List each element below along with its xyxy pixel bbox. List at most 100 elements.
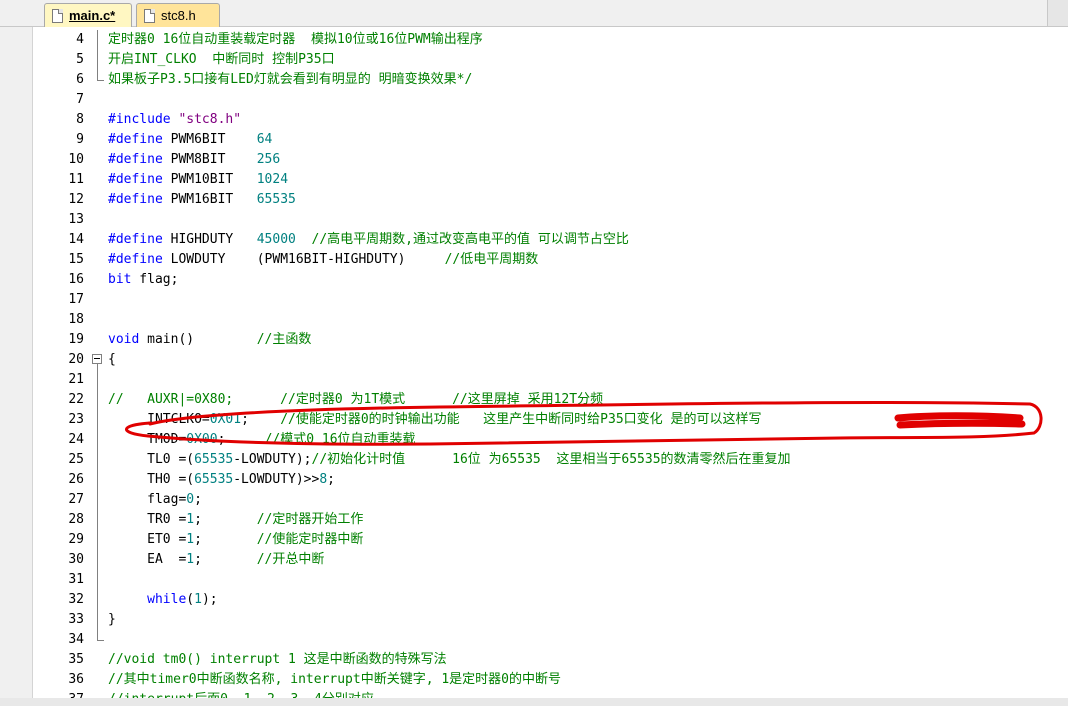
code-line[interactable]: 34 [0,630,1068,650]
token-plain: -LOWDUTY)>> [233,472,320,487]
line-text[interactable]: #define PWM10BIT 1024 [108,170,288,190]
token-num: 65535 [194,452,234,467]
tab-stc8-h[interactable]: stc8.h [136,3,220,27]
code-line[interactable]: 5 开启INT_CLKO 中断同时 控制P35口 [0,50,1068,70]
code-line[interactable]: 4 定时器0 16位自动重装载定时器 模拟10位或16位PWM输出程序 [0,30,1068,50]
line-text[interactable]: } [108,610,116,630]
token-plain: TH0 =( [108,472,195,487]
line-number: 20 [68,352,84,367]
code-line[interactable]: 25 TL0 =(65535-LOWDUTY);//初始化计时值 16位 为65… [0,450,1068,470]
code-line[interactable]: 24 TMOD=0X00; //模式0 16位自动重装载 [0,430,1068,450]
tab-main-c[interactable]: main.c* [44,3,132,27]
fold-guide-line [92,410,104,430]
token-num: 65535 [194,472,234,487]
token-plain: ; [194,532,257,547]
code-line[interactable]: 36 //其中timer0中断函数名称, interrupt中断关键字, 1是定时… [0,670,1068,690]
fold-guide-line [92,570,104,590]
line-text[interactable]: EA =1; //开总中断 [108,550,324,570]
token-plain: TMOD= [108,432,187,447]
line-text[interactable]: //void tm0() interrupt 1 这是中断函数的特殊写法 [108,650,447,670]
line-text[interactable]: INTCLKO=0X01; //使能定时器0的时钟输出功能 这里产生中断同时给P… [108,410,761,430]
fold-collapse-icon[interactable] [92,350,104,370]
fold-margin [92,250,104,270]
token-num: 1 [186,552,195,567]
token-num: 45000 [256,232,296,247]
token-plain: { [108,352,116,367]
line-text[interactable]: while(1); [108,590,218,610]
code-line[interactable]: 20 { [0,350,1068,370]
fold-guide-line [92,550,104,570]
token-comment: //高电平周期数,通过改变高电平的值 可以调节占空比 [311,232,629,247]
code-line[interactable]: 12 #define PWM16BIT 65535 [0,190,1068,210]
code-line[interactable]: 18 [0,310,1068,330]
line-text[interactable]: #define PWM16BIT 65535 [108,190,296,210]
code-line[interactable]: 22 // AUXR|=0X80; //定时器0 为1T模式 //这里屏掉 采用1… [0,390,1068,410]
line-text[interactable]: #define PWM8BIT 256 [108,150,280,170]
token-comment: //定时器开始工作 [256,512,364,527]
line-text[interactable]: ET0 =1; //使能定时器中断 [108,530,363,550]
code-line[interactable]: 19 void main() //主函数 [0,330,1068,350]
line-text[interactable]: TH0 =(65535-LOWDUTY)>>8; [108,470,335,490]
code-line[interactable]: 17 [0,290,1068,310]
code-line[interactable]: 30 EA =1; //开总中断 [0,550,1068,570]
token-plain: ); [201,592,218,607]
code-line[interactable]: 7 [0,90,1068,110]
token-num: 64 [256,132,273,147]
line-text[interactable]: TL0 =(65535-LOWDUTY);//初始化计时值 16位 为65535… [108,450,790,470]
code-line[interactable]: 9 #define PWM6BIT 64 [0,130,1068,150]
line-text[interactable]: TR0 =1; //定时器开始工作 [108,510,363,530]
line-number: 9 [76,132,84,147]
code-line[interactable]: 8 #include "stc8.h" [0,110,1068,130]
line-text[interactable]: flag=0; [108,490,202,510]
code-line[interactable]: 33} [0,610,1068,630]
code-line[interactable]: 16 bit flag; [0,270,1068,290]
line-number: 33 [68,612,84,627]
line-number: 26 [68,472,84,487]
line-text[interactable]: void main() //主函数 [108,330,311,350]
code-line[interactable]: 32 while(1); [0,590,1068,610]
code-line[interactable]: 28 TR0 =1; //定时器开始工作 [0,510,1068,530]
line-text[interactable]: 定时器0 16位自动重装载定时器 模拟10位或16位PWM输出程序 [108,30,483,50]
line-text[interactable]: { [108,350,116,370]
code-line[interactable]: 14 #define HIGHDUTY 45000 //高电平周期数,通过改变高电… [0,230,1068,250]
code-line[interactable]: 10 #define PWM8BIT 256 [0,150,1068,170]
line-number: 32 [68,592,84,607]
line-text[interactable]: #define LOWDUTY (PWM16BIT-HIGHDUTY) //低电… [108,250,538,270]
line-text[interactable]: //其中timer0中断函数名称, interrupt中断关键字, 1是定时器0… [108,670,561,690]
code-line[interactable]: 26 TH0 =(65535-LOWDUTY)>>8; [0,470,1068,490]
line-text[interactable]: TMOD=0X00; //模式0 16位自动重装载 [108,430,415,450]
token-comment: // AUXR|=0X80; //定时器0 为1T模式 //这里屏掉 采用12T… [108,392,604,407]
code-line[interactable]: 15 #define LOWDUTY (PWM16BIT-HIGHDUTY) //… [0,250,1068,270]
line-text[interactable]: #define PWM6BIT 64 [108,130,272,150]
line-text[interactable]: bit flag; [108,270,178,290]
code-editor[interactable]: 4 定时器0 16位自动重装载定时器 模拟10位或16位PWM输出程序 5 开启INT… [0,27,1068,706]
token-plain: flag= [108,492,187,507]
line-text[interactable]: 开启INT_CLKO 中断同时 控制P35口 [108,50,335,70]
code-line[interactable]: 29 ET0 =1; //使能定时器中断 [0,530,1068,550]
token-pre: #define [108,152,171,167]
token-plain: ; [327,472,335,487]
horizontal-scrollbar[interactable] [0,698,1068,706]
token-num: 1 [186,512,195,527]
code-line[interactable]: 13 [0,210,1068,230]
code-line[interactable]: 11 #define PWM10BIT 1024 [0,170,1068,190]
line-text[interactable]: 如果板子P3.5口接有LED灯就会看到有明显的 明暗变换效果*/ [108,70,472,90]
token-plain: main() [139,332,257,347]
token-plain: ; [194,492,202,507]
c-file-icon [52,8,63,23]
line-text[interactable]: #define HIGHDUTY 45000 //高电平周期数,通过改变高电平的… [108,230,629,250]
code-line[interactable]: 27 flag=0; [0,490,1068,510]
code-line[interactable]: 31 [0,570,1068,590]
line-text[interactable]: // AUXR|=0X80; //定时器0 为1T模式 //这里屏掉 采用12T… [108,390,603,410]
token-num: 0 [186,492,195,507]
code-line[interactable]: 6 如果板子P3.5口接有LED灯就会看到有明显的 明暗变换效果*/ [0,70,1068,90]
line-text[interactable]: #include "stc8.h" [108,110,241,130]
token-comment: //其中timer0中断函数名称, interrupt中断关键字, 1是定时器0… [108,672,562,687]
tab-scroll-button[interactable] [1047,0,1068,26]
code-line[interactable]: 21 [0,370,1068,390]
fold-margin [92,130,104,150]
code-line[interactable]: 35 //void tm0() interrupt 1 这是中断函数的特殊写法 [0,650,1068,670]
line-number: 27 [68,492,84,507]
code-line[interactable]: 23 INTCLKO=0X01; //使能定时器0的时钟输出功能 这里产生中断同… [0,410,1068,430]
fold-guide-line [92,610,104,630]
